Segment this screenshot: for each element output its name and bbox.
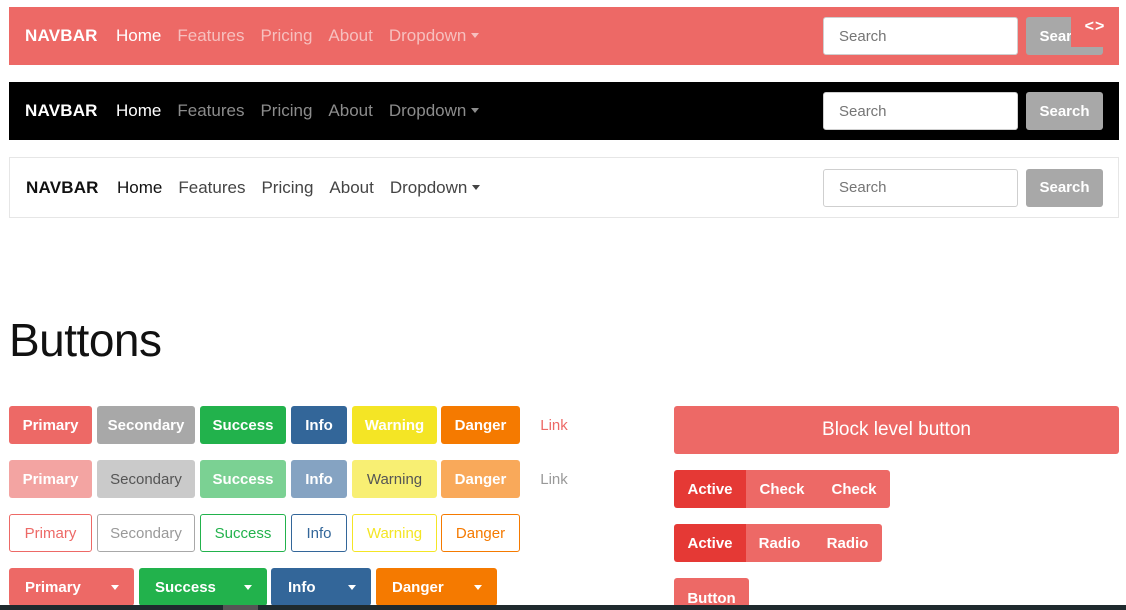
- nav-link-features[interactable]: Features: [169, 26, 252, 46]
- nav-dropdown-label: Dropdown: [388, 26, 467, 45]
- primary-outline-button[interactable]: Primary: [9, 514, 92, 552]
- nav-link-home[interactable]: Home: [108, 26, 169, 46]
- nav-links: Home Features Pricing About Dropdown: [108, 101, 487, 121]
- nav-link-about[interactable]: About: [320, 26, 380, 46]
- danger-button-disabled[interactable]: Danger: [441, 460, 520, 498]
- nav-link-features[interactable]: Features: [169, 101, 252, 121]
- navbar-light: NAVBAR Home Features Pricing About Dropd…: [9, 157, 1119, 218]
- radio-button-group: Active Radio Radio: [674, 524, 882, 562]
- nav-link-features[interactable]: Features: [170, 178, 253, 198]
- chevron-down-icon: [111, 584, 119, 590]
- nav-links: Home Features Pricing About Dropdown: [109, 178, 488, 198]
- nav-dropdown-label: Dropdown: [388, 101, 467, 120]
- navbar-brand[interactable]: NAVBAR: [25, 26, 98, 46]
- chevron-down-icon: [471, 33, 480, 38]
- danger-button[interactable]: Danger: [441, 406, 520, 444]
- secondary-button-disabled[interactable]: Secondary: [97, 460, 195, 498]
- radio-active[interactable]: Active: [674, 524, 746, 562]
- checkbox-option[interactable]: Check: [818, 470, 890, 508]
- nav-dropdown-label: Dropdown: [389, 177, 468, 197]
- horizontal-scrollbar[interactable]: [0, 605, 1126, 610]
- navbar-brand[interactable]: NAVBAR: [26, 178, 99, 198]
- primary-button-disabled[interactable]: Primary: [9, 460, 92, 498]
- nav-dropdown[interactable]: Dropdown: [382, 178, 489, 198]
- info-outline-button[interactable]: Info: [291, 514, 347, 552]
- nav-link-pricing[interactable]: Pricing: [253, 178, 321, 198]
- nav-link-about[interactable]: About: [320, 101, 380, 121]
- success-button[interactable]: Success: [200, 406, 286, 444]
- block-level-button[interactable]: Block level button: [674, 406, 1119, 454]
- chevron-down-icon: [244, 584, 252, 590]
- search-button[interactable]: Search: [1026, 92, 1103, 130]
- dropdown-toggle[interactable]: [96, 568, 134, 606]
- nav-link-pricing[interactable]: Pricing: [252, 101, 320, 121]
- link-button[interactable]: Link: [524, 406, 584, 444]
- nav-link-pricing[interactable]: Pricing: [252, 26, 320, 46]
- scrollbar-thumb[interactable]: [223, 605, 258, 610]
- navbar-primary: NAVBAR Home Features Pricing About Dropd…: [9, 7, 1119, 65]
- warning-outline-button[interactable]: Warning: [352, 514, 437, 552]
- nav-links: Home Features Pricing About Dropdown: [108, 26, 487, 46]
- success-split-button[interactable]: Success: [139, 568, 267, 606]
- primary-button[interactable]: Primary: [9, 406, 92, 444]
- danger-split-button[interactable]: Danger: [376, 568, 497, 606]
- primary-split-button[interactable]: Primary: [9, 568, 134, 606]
- chevron-down-icon: [472, 184, 481, 190]
- info-button-disabled[interactable]: Info: [291, 460, 347, 498]
- chevron-down-icon: [474, 584, 482, 590]
- success-outline-button[interactable]: Success: [200, 514, 286, 552]
- nav-link-home[interactable]: Home: [108, 101, 169, 121]
- dropdown-toggle[interactable]: [333, 568, 371, 606]
- navbar-brand[interactable]: NAVBAR: [25, 101, 98, 121]
- button-label: Danger: [392, 578, 444, 596]
- warning-button-disabled[interactable]: Warning: [352, 460, 437, 498]
- nav-link-about[interactable]: About: [321, 178, 381, 198]
- secondary-outline-button[interactable]: Secondary: [97, 514, 195, 552]
- search-input[interactable]: [823, 168, 1018, 207]
- nav-link-home[interactable]: Home: [109, 178, 170, 198]
- link-button-disabled[interactable]: Link: [524, 460, 584, 498]
- search-input[interactable]: [823, 92, 1018, 130]
- navbar-dark: NAVBAR Home Features Pricing About Dropd…: [9, 82, 1119, 140]
- button-label: Info: [288, 578, 316, 596]
- checkbox-active[interactable]: Active: [674, 470, 746, 508]
- dropdown-toggle[interactable]: [229, 568, 267, 606]
- checkbox-option[interactable]: Check: [746, 470, 818, 508]
- secondary-button[interactable]: Secondary: [97, 406, 195, 444]
- nav-dropdown[interactable]: Dropdown: [381, 26, 488, 46]
- radio-option[interactable]: Radio: [746, 524, 813, 562]
- info-button[interactable]: Info: [291, 406, 347, 444]
- dropdown-toggle[interactable]: [459, 568, 497, 606]
- chevron-down-icon: [471, 108, 480, 113]
- code-icon[interactable]: <>: [1071, 7, 1119, 47]
- section-title: Buttons: [9, 314, 162, 366]
- search-input[interactable]: [823, 17, 1018, 55]
- success-button-disabled[interactable]: Success: [200, 460, 286, 498]
- warning-button[interactable]: Warning: [352, 406, 437, 444]
- checkbox-button-group: Active Check Check: [674, 470, 890, 508]
- button-label: Success: [155, 578, 216, 596]
- search-button[interactable]: Search: [1026, 168, 1103, 207]
- nav-dropdown[interactable]: Dropdown: [381, 101, 488, 121]
- chevron-down-icon: [348, 584, 356, 590]
- button-label: Primary: [25, 578, 81, 596]
- danger-outline-button[interactable]: Danger: [441, 514, 520, 552]
- info-split-button[interactable]: Info: [271, 568, 371, 606]
- radio-option[interactable]: Radio: [813, 524, 882, 562]
